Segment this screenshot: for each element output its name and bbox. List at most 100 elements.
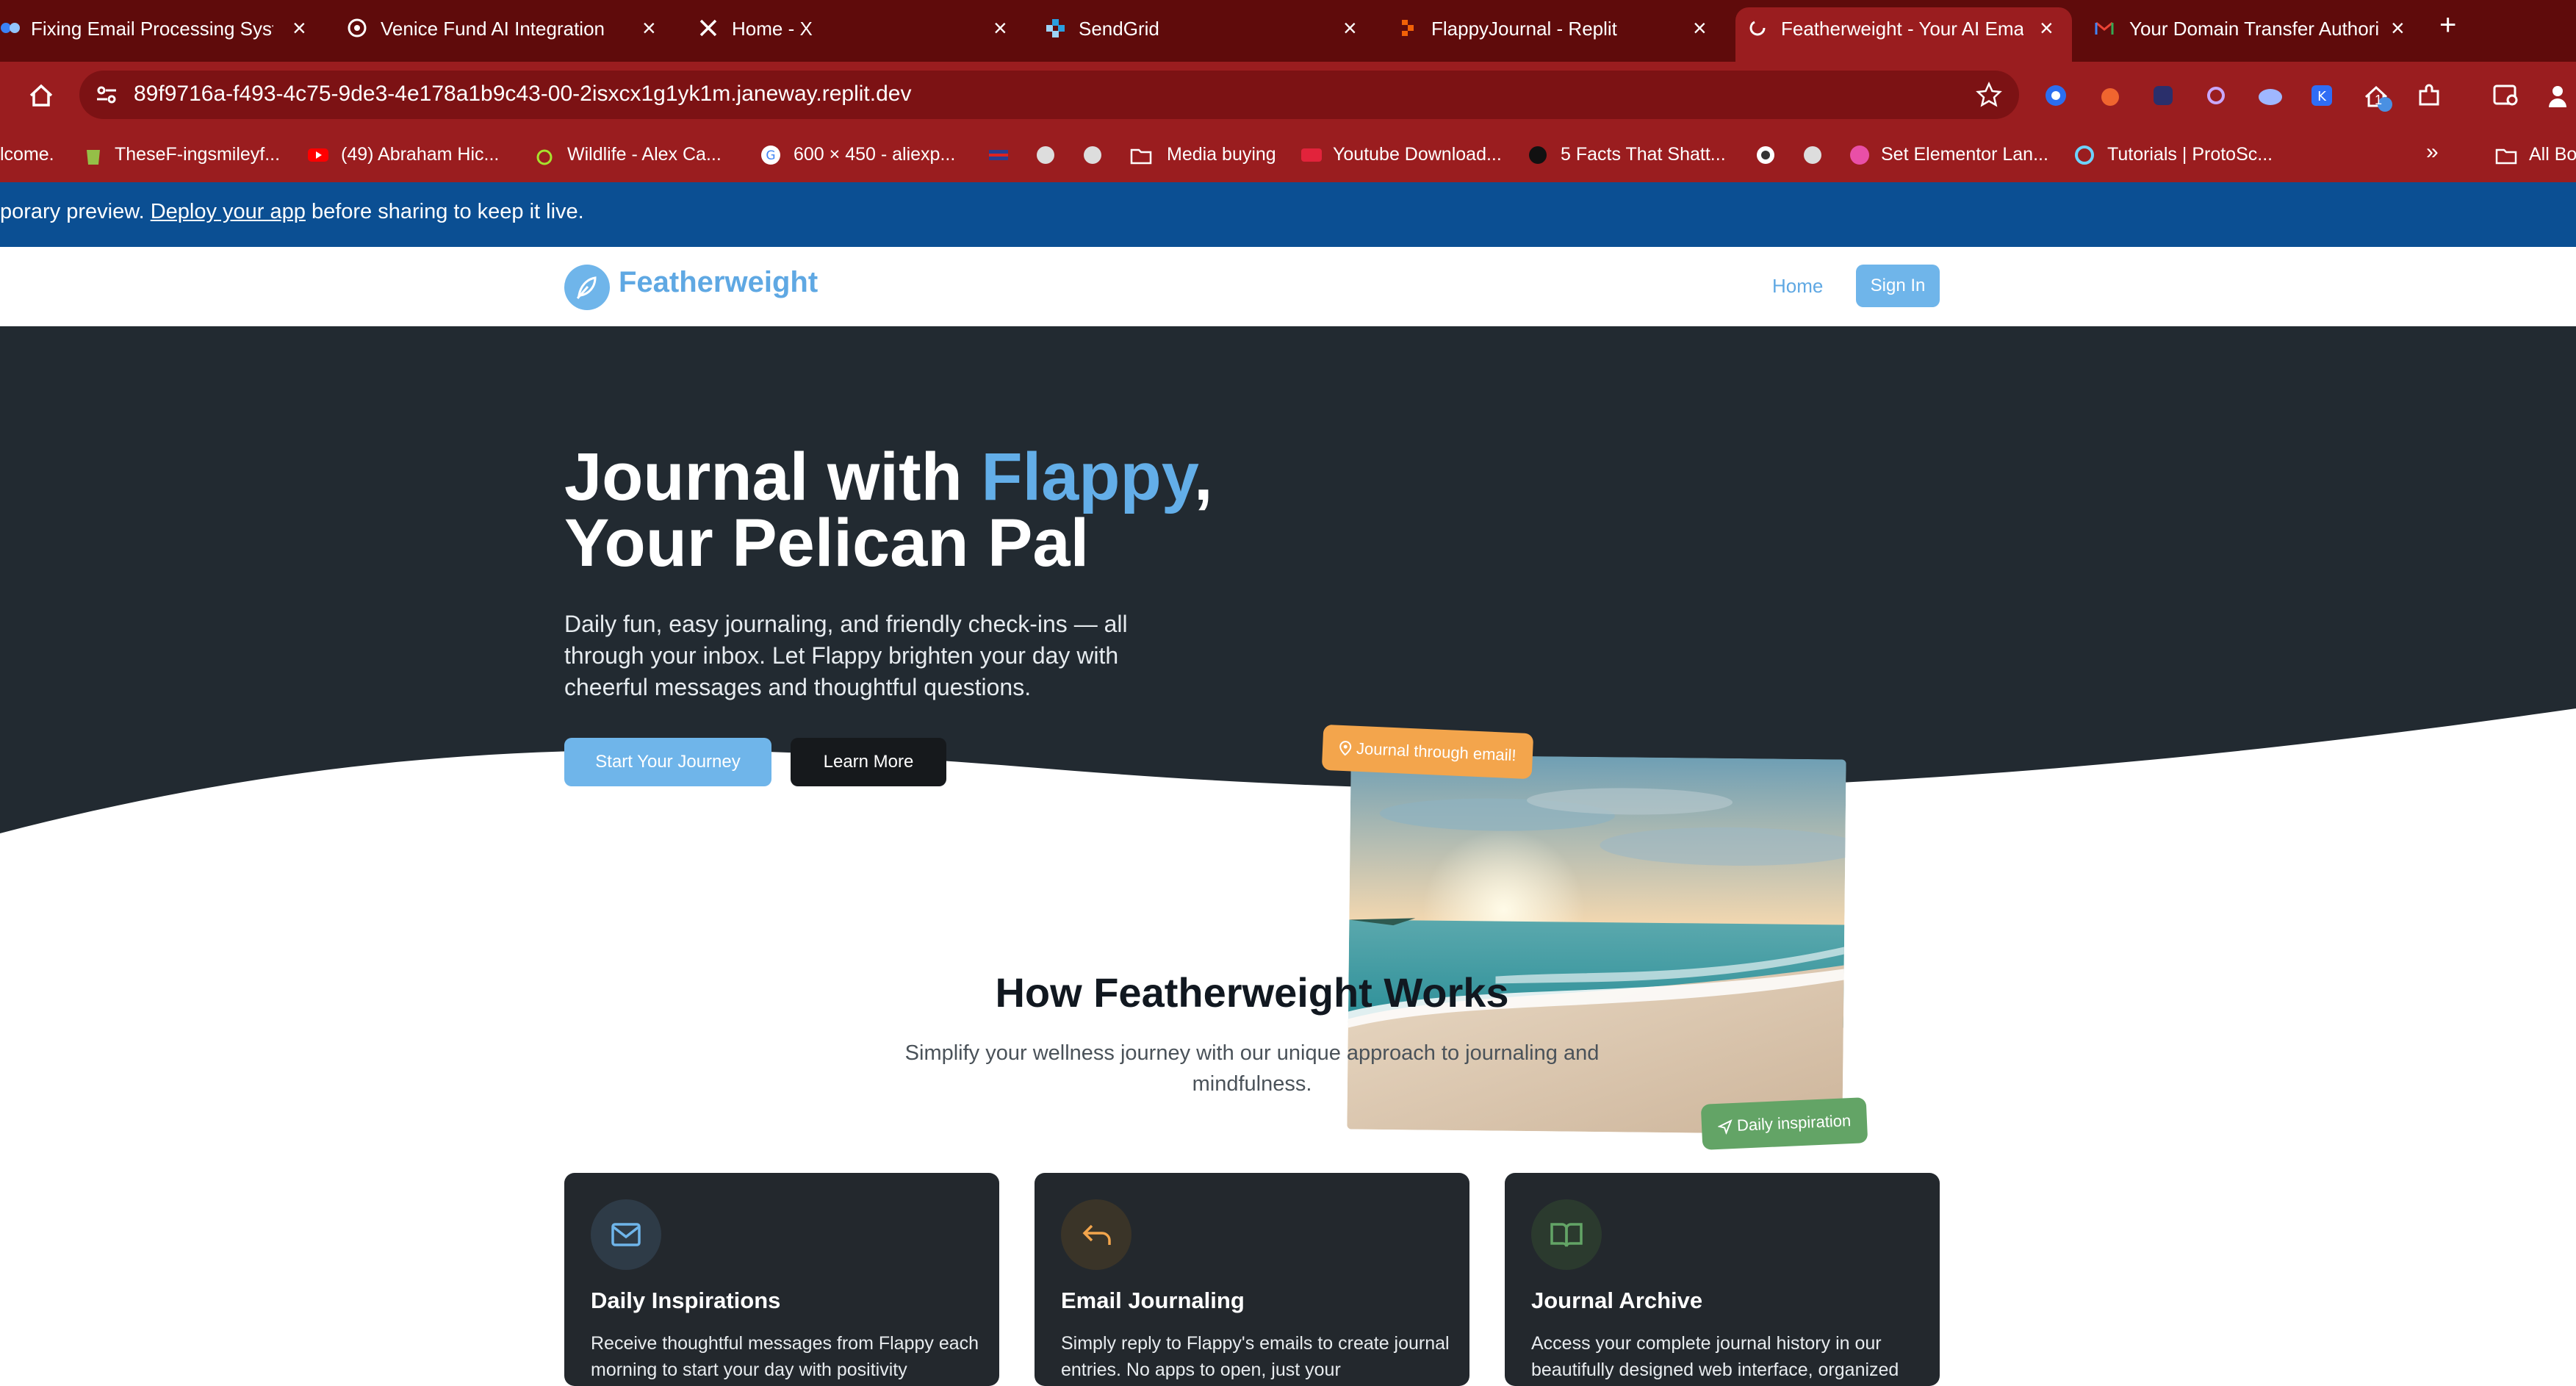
mail-icon <box>591 1199 661 1270</box>
banner-suffix: before sharing to keep it live. <box>305 200 584 223</box>
extension-badge: 1 <box>2375 93 2383 107</box>
more-bookmarks-chevron-icon[interactable]: » <box>2426 140 2439 165</box>
extensions-puzzle-icon[interactable] <box>2416 82 2442 109</box>
tab-featherweight-active[interactable]: Featherweight - Your AI Emai × <box>1735 7 2072 62</box>
tab-domain-transfer[interactable]: Your Domain Transfer Authori × <box>2084 7 2422 62</box>
close-icon[interactable]: × <box>642 15 656 42</box>
learn-more-button[interactable]: Learn More <box>791 738 946 786</box>
close-icon[interactable]: × <box>1693 15 1707 42</box>
youtube-downloader-icon <box>1301 148 1322 162</box>
extension-icon[interactable] <box>2204 84 2228 107</box>
wildlife-icon <box>536 149 553 165</box>
replit-agent-icon <box>1 23 20 33</box>
hero-wave-divider <box>0 708 2576 841</box>
bookmark-item[interactable]: Youtube Download... <box>1333 144 1502 165</box>
card-body: Receive thoughtful messages from Flappy … <box>591 1333 979 1380</box>
bookmark-item[interactable]: TheseF-ingsmileyf... <box>115 144 280 165</box>
preview-banner: porary preview. Deploy your app before s… <box>0 182 2576 247</box>
extension-icon[interactable] <box>2257 84 2284 107</box>
bookmark-item[interactable]: lcome. <box>0 144 54 165</box>
reply-icon <box>1061 1199 1132 1270</box>
feature-card-journal-archive: Journal Archive Access your complete jou… <box>1505 1173 1940 1386</box>
start-journey-button[interactable]: Start Your Journey <box>564 738 771 786</box>
elementor-icon <box>1850 146 1869 165</box>
bookmark-favicon-icon <box>1529 146 1547 164</box>
tab-title: SendGrid <box>1079 18 1159 40</box>
bookmark-item[interactable]: 5 Facts That Shatt... <box>1561 144 1726 165</box>
globe-icon[interactable] <box>1035 144 1057 166</box>
tab-title: Venice Fund AI Integration <box>381 18 605 40</box>
svg-text:K: K <box>2317 89 2327 104</box>
bookmark-folder[interactable]: All Bo <box>2529 144 2576 165</box>
bookmark-item[interactable]: 600 × 450 - aliexp... <box>794 144 955 165</box>
card-title: Journal Archive <box>1531 1288 1703 1313</box>
extension-icon[interactable] <box>2151 84 2175 107</box>
extension-icon[interactable] <box>2044 84 2068 107</box>
hero-section: Journal with Flappy, Your Pelican Pal Da… <box>0 326 2576 1150</box>
tab-title: Home - X <box>732 18 813 40</box>
google-icon: G <box>761 146 780 165</box>
tab-fixing-email[interactable]: Fixing Email Processing Syste × <box>0 7 323 62</box>
protoscript-icon <box>2075 146 2094 165</box>
close-icon[interactable]: × <box>292 15 306 42</box>
search-tabs-icon[interactable] <box>2492 82 2520 109</box>
new-tab-button[interactable]: + <box>2439 9 2456 42</box>
globe-icon[interactable] <box>1082 144 1104 166</box>
globe-icon[interactable] <box>1802 144 1824 166</box>
shopify-icon <box>87 150 100 165</box>
replit-icon <box>1402 20 1414 36</box>
bookmark-folder[interactable]: Media buying <box>1167 144 1276 165</box>
brand-name[interactable]: Featherweight <box>619 266 818 299</box>
loading-icon <box>1749 20 1766 36</box>
daily-inspiration-tag: Daily inspiration <box>1700 1097 1868 1150</box>
hero-subtitle: Daily fun, easy journaling, and friendly… <box>564 611 1128 700</box>
close-icon[interactable]: × <box>993 15 1007 42</box>
bookmark-item[interactable]: Set Elementor Lan... <box>1881 144 2048 165</box>
bookmark-favicon-icon[interactable] <box>1755 144 1777 166</box>
journal-email-tag-text: Journal through email! <box>1356 739 1517 765</box>
book-open-icon <box>1531 1199 1602 1270</box>
banner-message: porary preview. Deploy your app before s… <box>0 200 584 224</box>
svg-text:G: G <box>766 148 775 163</box>
send-icon <box>1717 1119 1733 1135</box>
browser-toolbar: 89f9716a-f493-4c75-9de3-4e178a1b9c43-00-… <box>0 62 2576 129</box>
browser-tab-strip: Fixing Email Processing Syste × Venice F… <box>0 0 2576 62</box>
flag-icon <box>989 150 1008 160</box>
extension-icon[interactable] <box>2098 84 2122 107</box>
tab-x-home[interactable]: Home - X × <box>685 7 1023 62</box>
bookmark-item[interactable]: Tutorials | ProtoSc... <box>2107 144 2273 165</box>
site-settings-icon[interactable] <box>94 82 119 107</box>
tab-sendgrid[interactable]: SendGrid × <box>1035 7 1372 62</box>
bookmarks-bar: lcome. TheseF-ingsmileyf... (49) Abraham… <box>0 129 2576 182</box>
close-icon[interactable]: × <box>2391 15 2405 42</box>
tab-venice-fund[interactable]: Venice Fund AI Integration × <box>335 7 673 62</box>
tab-title: Fixing Email Processing Syste <box>31 18 273 40</box>
feature-card-daily-inspirations: Daily Inspirations Receive thoughtful me… <box>564 1173 999 1386</box>
sendgrid-icon <box>1046 19 1065 37</box>
close-icon[interactable]: × <box>2040 15 2054 42</box>
url-text: 89f9716a-f493-4c75-9de3-4e178a1b9c43-00-… <box>134 82 912 106</box>
card-title: Email Journaling <box>1061 1288 1245 1313</box>
nav-home-link[interactable]: Home <box>1772 275 1823 298</box>
profile-icon[interactable] <box>2547 82 2569 109</box>
daily-inspiration-tag-text: Daily inspiration <box>1736 1111 1852 1135</box>
card-title: Daily Inspirations <box>591 1288 781 1313</box>
bookmark-star-icon[interactable] <box>1975 81 2003 109</box>
sign-in-button[interactable]: Sign In <box>1856 265 1940 307</box>
feather-logo-icon[interactable] <box>564 265 610 310</box>
section-subtitle: Simplify your wellness journey with our … <box>904 1041 1600 1096</box>
deploy-app-link[interactable]: Deploy your app <box>151 200 306 223</box>
tab-flappyjournal-replit[interactable]: FlappyJournal - Replit × <box>1384 7 1722 62</box>
address-bar[interactable]: 89f9716a-f493-4c75-9de3-4e178a1b9c43-00-… <box>79 71 2019 119</box>
extension-icon[interactable]: K <box>2310 84 2334 107</box>
close-icon[interactable]: × <box>1343 15 1357 42</box>
card-body: Access your complete journal history in … <box>1531 1333 1899 1380</box>
home-icon[interactable] <box>26 81 56 110</box>
bookmark-item[interactable]: Wildlife - Alex Ca... <box>567 144 722 165</box>
card-body: Simply reply to Flappy's emails to creat… <box>1061 1333 1450 1380</box>
bookmark-item[interactable]: (49) Abraham Hic... <box>341 144 499 165</box>
hero-title-part1: Journal with <box>564 439 982 514</box>
journal-email-tag: Journal through email! <box>1321 724 1533 780</box>
gmail-icon <box>2095 21 2114 35</box>
section-title: How Featherweight Works <box>995 969 1509 1016</box>
